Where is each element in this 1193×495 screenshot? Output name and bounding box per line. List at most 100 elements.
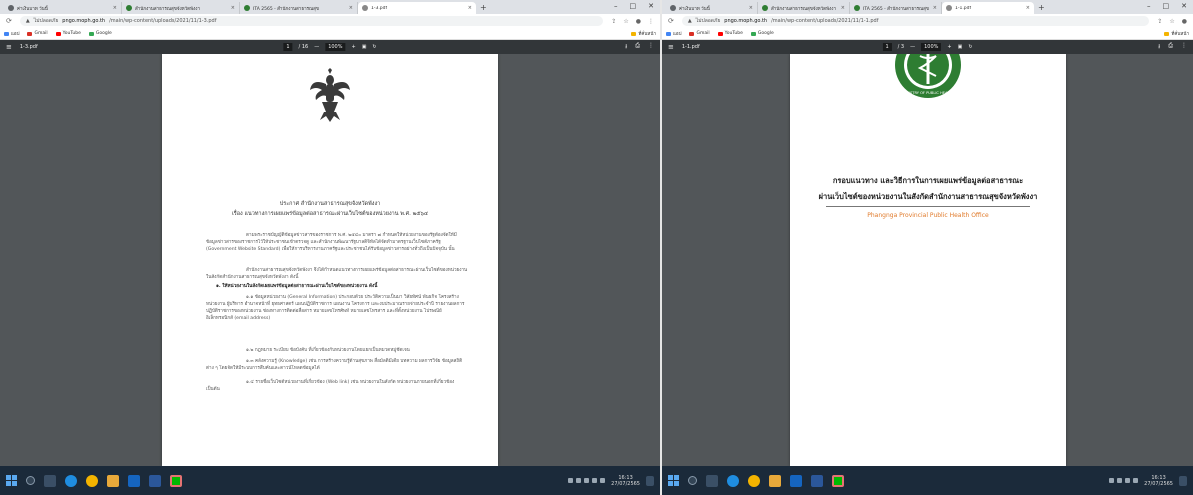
close-tab-icon[interactable]: × [468, 5, 472, 11]
bookmark-youtube[interactable]: YouTube [717, 31, 743, 36]
profile-icon[interactable]: ● [636, 18, 641, 25]
pdf-viewer[interactable]: ประกาศ สำนักงานสาธารณสุขจังหวัดพังงา เรื… [0, 54, 660, 466]
browser-tab-active[interactable]: 1-1.pdf × [942, 2, 1034, 14]
close-tab-icon[interactable]: × [841, 5, 845, 11]
close-tab-icon[interactable]: × [231, 5, 235, 11]
google-icon [88, 31, 94, 36]
browser-tab[interactable]: สำนักงานสาธารณสุขจังหวัดพังงา × [758, 2, 850, 14]
close-window-icon[interactable]: ✕ [1181, 2, 1187, 10]
menu-icon[interactable]: ≡ [668, 43, 674, 51]
bookmark-gmail[interactable]: Gmail [689, 31, 710, 36]
menu-icon[interactable]: ≡ [6, 43, 12, 51]
bookmark-google[interactable]: Google [750, 31, 774, 36]
profile-icon[interactable]: ● [1182, 18, 1187, 25]
print-icon[interactable]: ⎙ [1168, 42, 1173, 52]
bookmarks-folder[interactable]: ที่คั่นหน้า [631, 30, 656, 37]
right-screenshot: ค่าเงินบาท วันนี้ × สำนักงานสาธารณสุขจังห… [662, 0, 1193, 495]
edge-icon[interactable] [727, 474, 739, 487]
bookmark-google[interactable]: Google [88, 31, 112, 36]
file-explorer-icon[interactable] [769, 474, 781, 487]
download-icon[interactable]: ⭳ [625, 42, 627, 52]
notifications-icon[interactable] [646, 475, 654, 486]
fit-page-icon[interactable]: ▣ [958, 44, 963, 50]
close-tab-icon[interactable]: × [349, 5, 353, 11]
windows-start-icon[interactable] [6, 475, 17, 486]
bookmark-apps[interactable]: แอป [4, 30, 19, 37]
rotate-icon[interactable]: ↻ [372, 44, 376, 50]
chrome-icon[interactable] [86, 474, 98, 487]
kebab-menu-icon[interactable]: ⋮ [648, 18, 654, 25]
rotate-icon[interactable]: ↻ [968, 44, 972, 50]
bookmark-label: YouTube [62, 31, 81, 36]
windows-start-icon[interactable] [668, 475, 679, 486]
system-tray[interactable] [568, 478, 606, 483]
close-tab-icon[interactable]: × [1026, 5, 1030, 11]
word-icon[interactable] [811, 474, 823, 487]
mail-icon[interactable] [790, 474, 802, 487]
close-tab-icon[interactable]: × [113, 5, 117, 11]
search-icon[interactable] [26, 476, 35, 485]
tab-label: สำนักงานสาธารณสุขจังหวัดพังงา [771, 6, 836, 12]
chrome-icon[interactable] [748, 474, 760, 487]
doc-paragraph: ๑.๔ รายชื่อเว็บไซต์หน่วยงานที่เกี่ยวข้อง… [206, 380, 455, 392]
browser-tab[interactable]: ITA 2565 - สำนักงานสาธารณสุข × [240, 2, 358, 14]
zoom-out-icon[interactable]: — [314, 44, 319, 50]
more-icon[interactable]: ⋮ [648, 42, 654, 52]
browser-tab[interactable]: ค่าเงินบาท วันนี้ × [666, 2, 758, 14]
mail-icon[interactable] [128, 474, 140, 487]
bookmark-youtube[interactable]: YouTube [55, 31, 81, 36]
minimize-icon[interactable]: – [614, 2, 618, 10]
download-icon[interactable]: ⭳ [1158, 42, 1160, 52]
address-bar[interactable]: ▲ ไม่ปลอดภัย pngo.moph.go.th/main/wp-con… [19, 16, 604, 26]
star-icon[interactable]: ☆ [623, 18, 628, 25]
reload-icon[interactable]: ⟳ [668, 17, 674, 25]
line-icon[interactable] [170, 474, 182, 487]
close-tab-icon[interactable]: × [933, 5, 937, 11]
browser-tab[interactable]: ITA 2565 - สำนักงานสาธารณสุข × [850, 2, 942, 14]
maximize-icon[interactable]: □ [630, 2, 637, 10]
pdf-toolbar: ≡ 1-1.pdf 1 / 3 — 100% + ▣ ↻ ⭳ ⎙ ⋮ [662, 40, 1193, 54]
doc-title-line2: เรื่อง แนวทางการเผยแพร่ข้อมูลต่อสาธารณะผ… [231, 211, 429, 217]
notifications-icon[interactable] [1179, 475, 1187, 486]
more-icon[interactable]: ⋮ [1181, 42, 1187, 52]
taskbar-clock[interactable]: 16:13 27/07/2565 [611, 475, 640, 487]
browser-tab-active[interactable]: 1-3.pdf × [358, 2, 476, 14]
zoom-in-icon[interactable]: + [947, 44, 951, 50]
reload-icon[interactable]: ⟳ [6, 17, 12, 25]
minimize-icon[interactable]: – [1147, 2, 1151, 10]
task-view-icon[interactable] [706, 474, 718, 487]
share-icon[interactable]: ⇪ [1157, 18, 1162, 25]
bookmark-gmail[interactable]: Gmail [27, 31, 48, 36]
zoom-out-icon[interactable]: — [910, 44, 915, 50]
new-tab-icon[interactable]: + [1038, 2, 1045, 14]
pdf-viewer[interactable]: MINISTRY OF PUBLIC HEALTH กรอบแนวทาง และ… [662, 54, 1193, 466]
zoom-input[interactable]: 100% [325, 43, 346, 51]
system-tray[interactable] [1109, 478, 1139, 483]
browser-tab[interactable]: สำนักงานสาธารณสุขจังหวัดพังงา × [122, 2, 240, 14]
print-icon[interactable]: ⎙ [635, 42, 640, 52]
close-window-icon[interactable]: ✕ [648, 2, 654, 10]
close-tab-icon[interactable]: × [749, 5, 753, 11]
new-tab-icon[interactable]: + [480, 2, 487, 14]
page-number-input[interactable]: 1 [283, 43, 293, 51]
bookmark-apps[interactable]: แอป [666, 30, 681, 37]
address-bar[interactable]: ▲ ไม่ปลอดภัย pngo.moph.go.th/main/wp-con… [681, 16, 1150, 26]
line-icon[interactable] [832, 474, 844, 487]
fit-page-icon[interactable]: ▣ [362, 44, 367, 50]
word-icon[interactable] [149, 474, 161, 487]
task-view-icon[interactable] [44, 474, 56, 487]
bookmark-label: แอป [673, 32, 682, 37]
maximize-icon[interactable]: □ [1163, 2, 1170, 10]
browser-tab[interactable]: ค่าเงินบาท วันนี้ × [4, 2, 122, 14]
taskbar-clock[interactable]: 16:13 27/07/2565 [1144, 475, 1173, 487]
search-icon[interactable] [688, 476, 697, 485]
edge-icon[interactable] [65, 474, 77, 487]
star-icon[interactable]: ☆ [1169, 18, 1174, 25]
file-explorer-icon[interactable] [107, 474, 119, 487]
zoom-in-icon[interactable]: + [351, 44, 355, 50]
page-number-input[interactable]: 1 [882, 43, 892, 51]
zoom-input[interactable]: 100% [921, 43, 942, 51]
bookmarks-folder[interactable]: ที่คั่นหน้า [1164, 30, 1189, 37]
seal-text: MINISTRY OF PUBLIC HEALTH [902, 91, 954, 95]
share-icon[interactable]: ⇪ [611, 18, 616, 25]
